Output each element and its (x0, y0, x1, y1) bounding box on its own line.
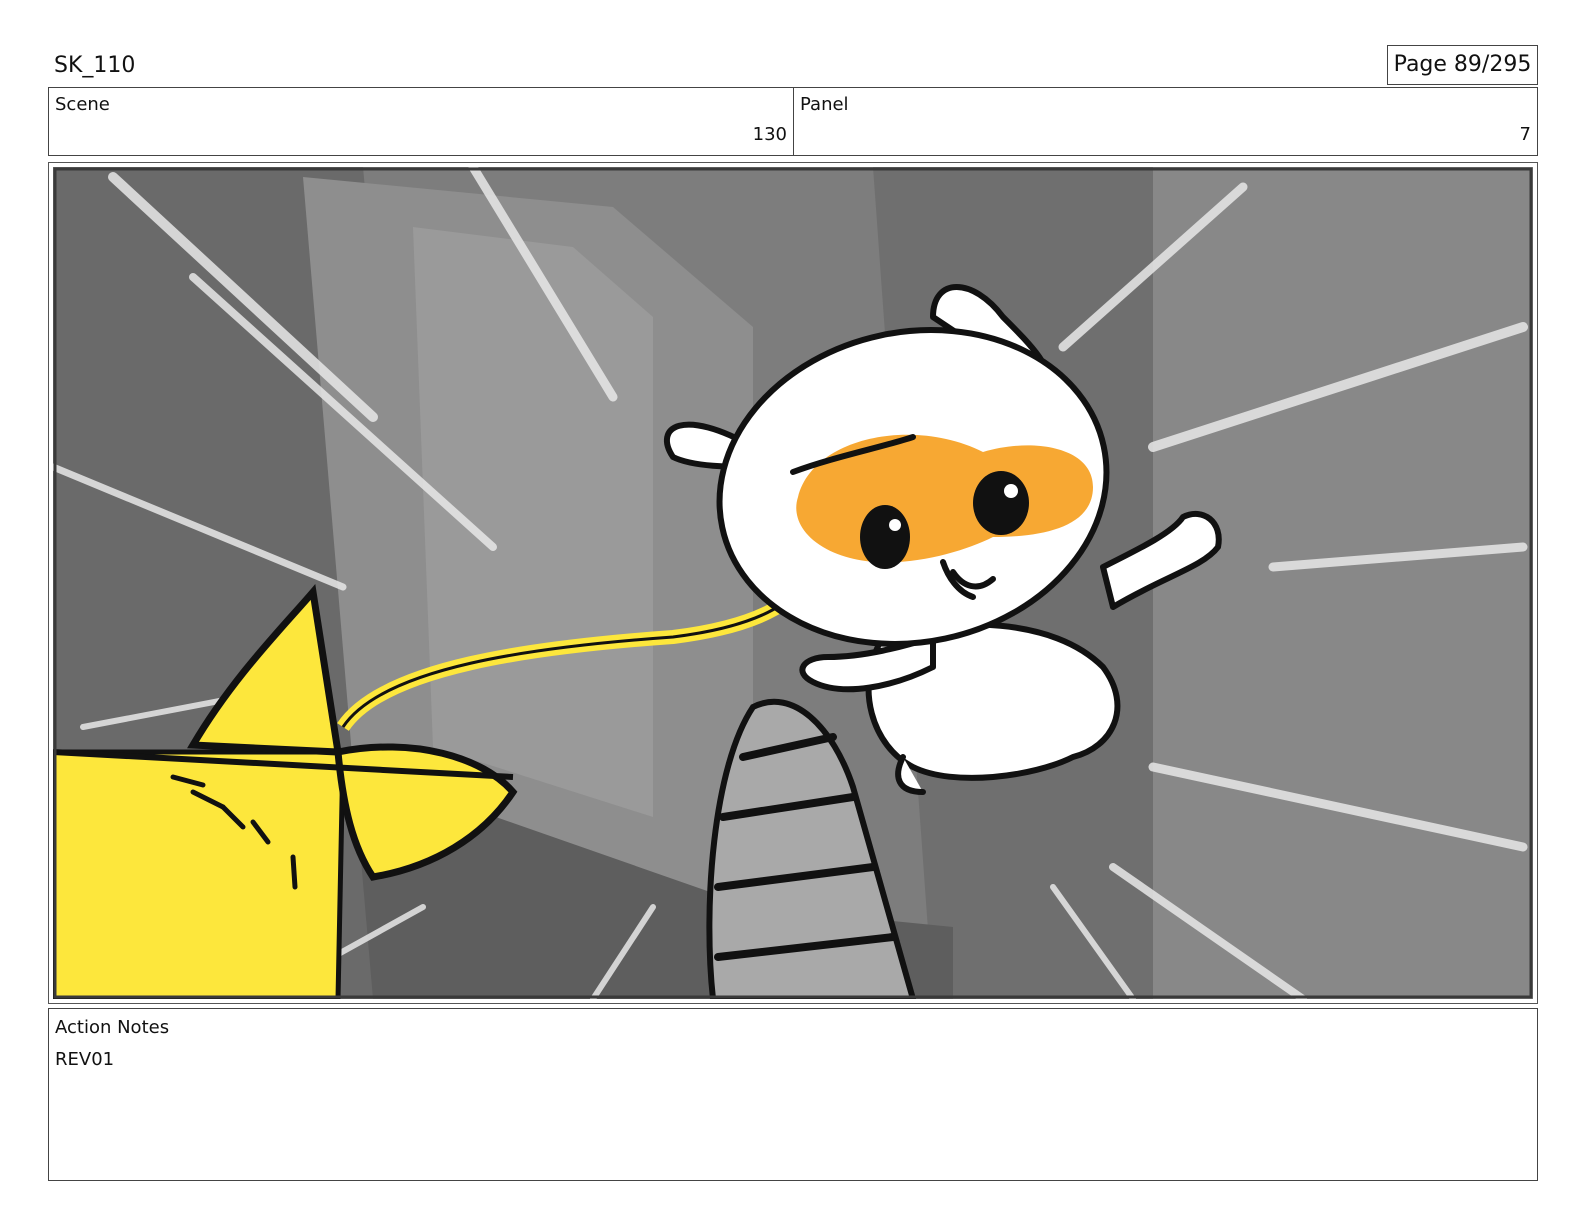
character-eye-right (973, 471, 1029, 535)
wall-right (1153, 167, 1533, 999)
storyboard-drawing (53, 167, 1533, 999)
panel-label: Panel (800, 94, 849, 115)
yellow-block (53, 749, 346, 999)
document-title: SK_110 (54, 53, 136, 78)
page-number: Page 89/295 (1387, 45, 1538, 85)
header-table: Scene 130 Panel 7 (48, 87, 1538, 156)
scene-label: Scene (55, 94, 110, 115)
storyboard-frame (48, 162, 1538, 1004)
panel-cell: Panel 7 (794, 88, 1537, 155)
action-notes-text: REV01 (55, 1049, 115, 1070)
action-notes-box: Action Notes REV01 (48, 1008, 1538, 1181)
action-notes-label: Action Notes (55, 1017, 170, 1038)
scene-cell: Scene 130 (49, 88, 794, 155)
character-eye-left (860, 505, 910, 569)
panel-number: 7 (1519, 124, 1531, 145)
scene-number: 130 (752, 124, 787, 145)
building-center-face (413, 227, 653, 817)
